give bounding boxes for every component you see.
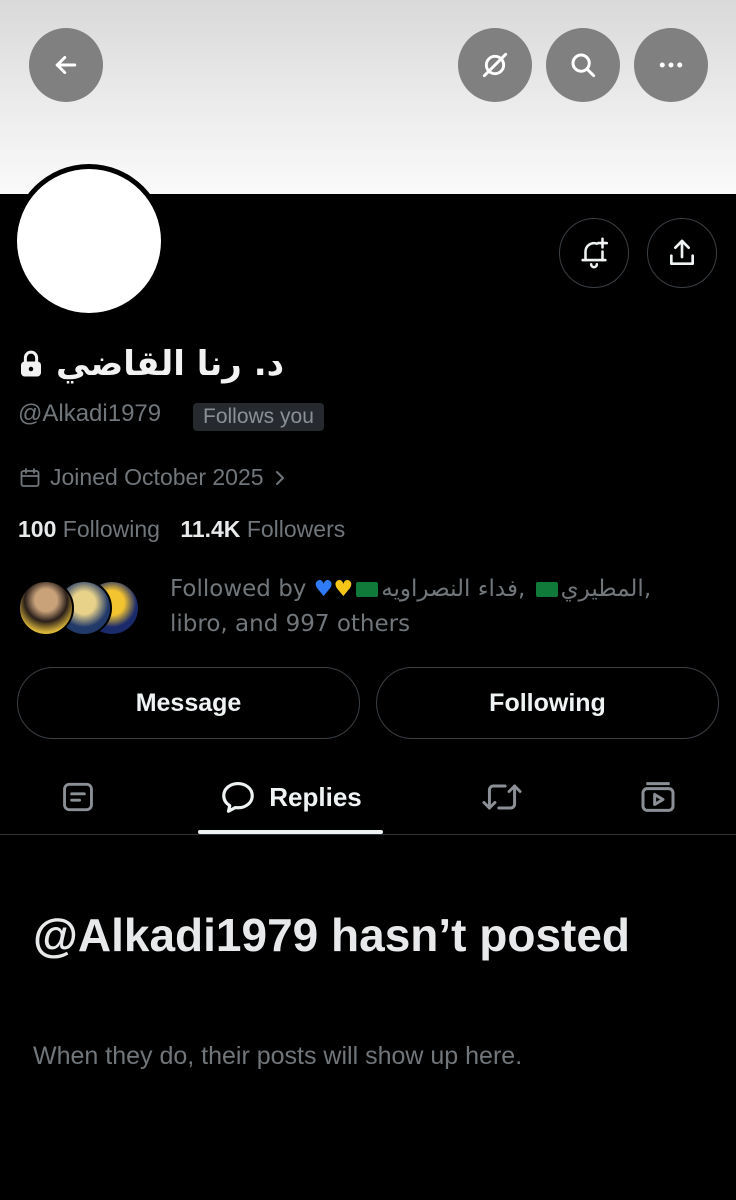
tab-posts[interactable] [38, 760, 118, 834]
display-name: د. رنا القاضي [56, 344, 285, 384]
posts-icon [63, 782, 93, 812]
following-count-link[interactable]: 100 Following [18, 516, 160, 542]
grok-button[interactable] [458, 28, 532, 102]
avatar[interactable] [12, 164, 166, 318]
followed-by-prefix: Followed by [170, 576, 307, 602]
avatar-image [17, 169, 161, 313]
notifications-button[interactable] [559, 218, 629, 288]
share-button[interactable] [647, 218, 717, 288]
followed-by-line2: libro, and 997 others [170, 611, 411, 637]
media-icon [641, 782, 675, 812]
tab-media[interactable] [618, 760, 698, 834]
more-horizontal-icon [659, 62, 683, 68]
joined-date: Joined October 2025 [50, 464, 264, 490]
empty-state-title: @Alkadi1979 hasn’t posted [33, 909, 631, 961]
profile-banner [0, 0, 736, 194]
followed-by-avatars[interactable] [18, 580, 158, 640]
profile-name-row: د. رنا القاضي [18, 344, 284, 384]
saudi-flag-icon [535, 582, 558, 597]
tab-reposts[interactable] [462, 760, 542, 834]
chevron-right-icon [275, 470, 284, 485]
follows-you-badge: Follows you [193, 403, 324, 431]
bell-plus-icon [581, 237, 609, 269]
grok-icon [482, 52, 508, 78]
blue-heart-icon: ♥ [313, 577, 334, 602]
followers-count-link[interactable]: 11.4K Followers [180, 516, 345, 542]
followers-label: Followers [246, 516, 346, 542]
tab-indicator [198, 830, 383, 834]
search-button[interactable] [546, 28, 620, 102]
joined-date-row[interactable]: Joined October 2025 [18, 464, 288, 491]
following-label: Following [62, 516, 160, 542]
more-button[interactable] [634, 28, 708, 102]
profile-handle: @Alkadi1979 [18, 400, 162, 427]
followers-count: 11.4K [180, 516, 241, 542]
follow-counts: 100 Following 11.4K Followers [18, 516, 345, 543]
following-button[interactable]: Following [376, 667, 719, 739]
reply-bubble-icon [222, 781, 255, 813]
followed-by-line1: Followed by ♥♥ فداء النصراويه, المطيري, [170, 576, 652, 602]
profile-tabs: Replies [0, 760, 736, 835]
follower-avatar [18, 580, 74, 636]
search-icon [571, 53, 596, 78]
arrow-left-icon [55, 56, 77, 74]
calendar-icon [20, 467, 40, 487]
following-count: 100 [18, 516, 57, 542]
back-button[interactable] [29, 28, 103, 102]
tab-replies-label: Replies [269, 781, 362, 812]
follower-name-1: فداء النصراويه [381, 576, 518, 602]
tab-replies[interactable]: Replies [198, 760, 383, 834]
repost-icon [482, 784, 522, 810]
follower-name-2: المطيري [560, 576, 644, 602]
message-button[interactable]: Message [17, 667, 360, 739]
followed-by-text[interactable]: Followed by ♥♥ فداء النصراويه, المطيري, l… [170, 572, 710, 642]
share-icon [670, 239, 694, 265]
empty-state-subtitle: When they do, their posts will show up h… [33, 1042, 523, 1070]
lock-icon [21, 350, 41, 377]
saudi-flag-icon [356, 582, 379, 597]
yellow-heart-icon: ♥ [333, 577, 354, 602]
